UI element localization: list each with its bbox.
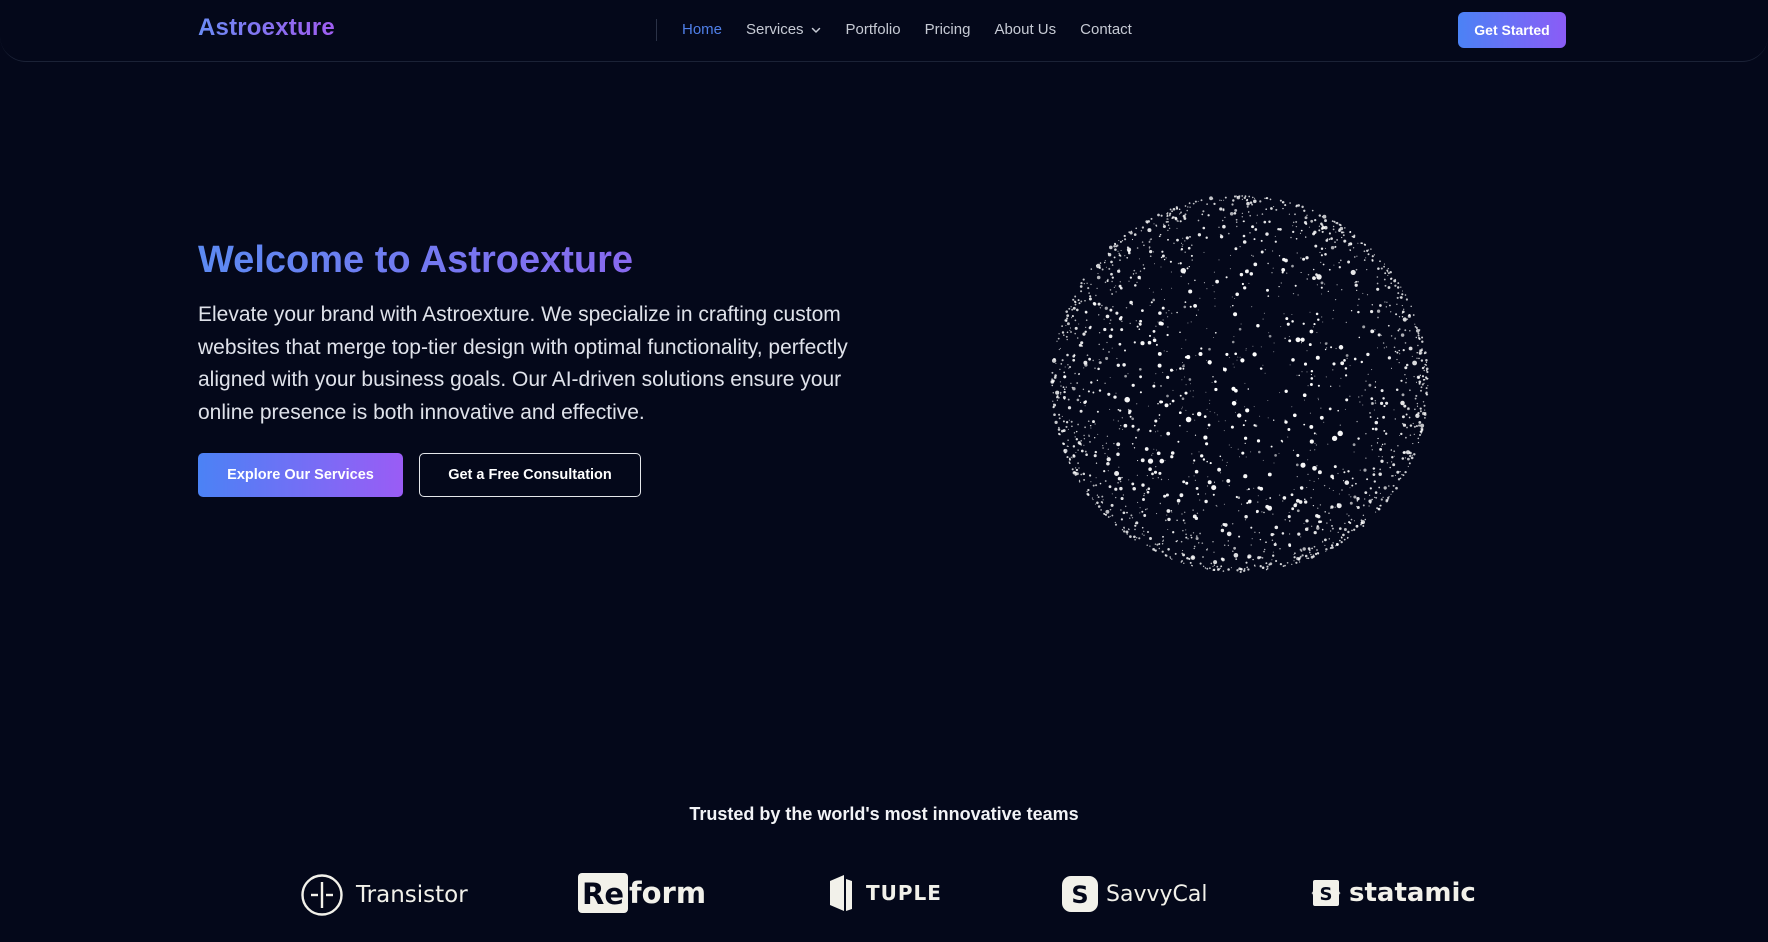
reform-wordmark-box: Re xyxy=(578,873,628,913)
brand-logo[interactable]: Astroexture xyxy=(198,14,335,42)
hero-description: Elevate your brand with Astroexture. We … xyxy=(198,303,848,424)
reform-logo: Re form xyxy=(578,873,706,913)
nav-item-about-us[interactable]: About Us xyxy=(994,21,1056,38)
nav-item-services[interactable]: Services xyxy=(746,21,822,38)
svg-text:S: S xyxy=(1071,881,1088,909)
tuple-icon xyxy=(830,875,852,911)
get-started-button[interactable]: Get Started xyxy=(1458,12,1566,48)
chevron-down-icon xyxy=(811,27,820,33)
nav-item-contact[interactable]: Contact xyxy=(1080,21,1132,38)
tuple-wordmark: TUPLE xyxy=(866,881,942,905)
nav-item-portfolio[interactable]: Portfolio xyxy=(846,21,901,38)
explore-services-button[interactable]: Explore Our Services xyxy=(198,453,403,497)
svg-text:S: S xyxy=(1320,884,1333,905)
particle-globe-image xyxy=(1050,195,1429,574)
nav-item-pricing[interactable]: Pricing xyxy=(925,21,971,38)
statamic-icon: S xyxy=(1311,880,1341,906)
free-consultation-button[interactable]: Get a Free Consultation xyxy=(419,453,641,497)
nav-item-home[interactable]: Home xyxy=(682,21,722,38)
tuple-logo: TUPLE xyxy=(828,873,942,913)
savvycal-wordmark: SavvyCal xyxy=(1106,881,1208,907)
transistor-logo: Transistor xyxy=(300,873,468,917)
transistor-icon xyxy=(301,874,343,916)
trusted-title: Trusted by the world's most innovative t… xyxy=(689,804,1079,824)
hero-title: Welcome to Astroexture xyxy=(198,236,633,284)
nav-item-services-label: Services xyxy=(746,21,804,38)
main-nav: Home Services Portfolio Pricing About Us… xyxy=(682,21,1156,38)
navbar: Astroexture Home Services Portfolio Pric… xyxy=(0,0,1768,62)
statamic-logo: S statamic xyxy=(1311,878,1476,908)
statamic-wordmark: statamic xyxy=(1349,878,1476,908)
reform-wordmark-rest: form xyxy=(629,876,707,910)
transistor-wordmark: Transistor xyxy=(356,882,468,908)
savvycal-logo: S SavvyCal xyxy=(1062,876,1207,912)
savvycal-icon: S xyxy=(1062,876,1098,912)
nav-divider xyxy=(656,19,657,41)
